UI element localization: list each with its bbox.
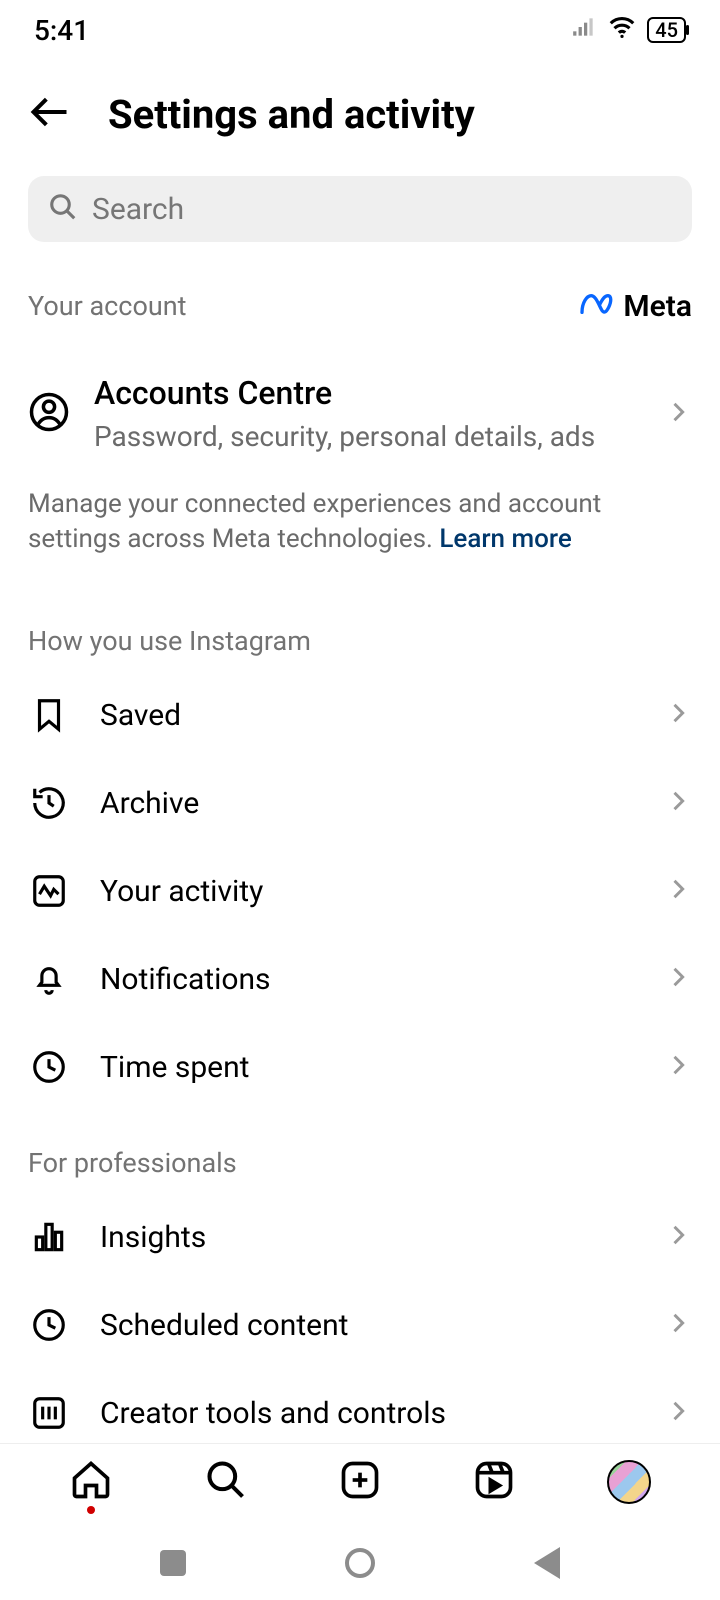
meta-logo-icon: [577, 284, 617, 328]
clock-icon: [28, 1306, 70, 1344]
bar-chart-icon: [28, 1218, 70, 1256]
status-icons: 45: [571, 12, 686, 49]
tab-reels[interactable]: [472, 1458, 516, 1506]
learn-more-link[interactable]: Learn more: [439, 524, 571, 554]
row-label: Your activity: [100, 874, 634, 909]
row-label: Notifications: [100, 962, 634, 997]
avatar: [607, 1460, 651, 1504]
chevron-right-icon: [664, 1397, 692, 1429]
row-saved[interactable]: Saved: [0, 671, 720, 759]
page-header: Settings and activity: [0, 60, 720, 176]
section-professionals: For professionals: [0, 1111, 720, 1193]
meta-brand-name: Meta: [623, 289, 692, 324]
nav-recent-icon[interactable]: [160, 1550, 186, 1576]
accounts-centre-subtitle: Password, security, personal details, ad…: [94, 420, 640, 453]
meta-brand: Meta: [577, 284, 692, 328]
row-archive[interactable]: Archive: [0, 759, 720, 847]
search-placeholder: Search: [92, 192, 184, 227]
row-label: Creator tools and controls: [100, 1396, 634, 1431]
section-usage: How you use Instagram: [0, 589, 720, 671]
status-bar: 5:41 45: [0, 0, 720, 60]
signal-icon: [571, 14, 597, 47]
system-nav-bar: [0, 1526, 720, 1600]
chevron-right-icon: [664, 1309, 692, 1341]
accounts-centre-description: Manage your connected experiences and ac…: [0, 461, 720, 589]
row-label: Insights: [100, 1220, 634, 1255]
notification-dot-icon: [87, 1506, 95, 1514]
back-icon[interactable]: [28, 90, 72, 138]
chevron-right-icon: [664, 699, 692, 731]
nav-back-icon[interactable]: [534, 1547, 560, 1579]
wifi-icon: [607, 12, 637, 49]
controls-icon: [28, 1394, 70, 1432]
tab-profile[interactable]: [607, 1460, 651, 1504]
chevron-right-icon: [664, 787, 692, 819]
activity-icon: [28, 872, 70, 910]
section-your-account: Your account Meta: [0, 242, 720, 340]
row-insights[interactable]: Insights: [0, 1193, 720, 1281]
history-icon: [28, 784, 70, 822]
row-label: Saved: [100, 698, 634, 733]
battery-icon: 45: [647, 17, 686, 43]
chevron-right-icon: [664, 963, 692, 995]
chevron-right-icon: [664, 1221, 692, 1253]
row-creator-tools[interactable]: Creator tools and controls: [0, 1369, 720, 1443]
row-time-spent[interactable]: Time spent: [0, 1023, 720, 1111]
bookmark-icon: [28, 696, 70, 734]
row-label: Scheduled content: [100, 1308, 634, 1343]
accounts-centre-title: Accounts Centre: [94, 374, 640, 412]
tab-home[interactable]: [69, 1458, 113, 1506]
clock-icon: [28, 1048, 70, 1086]
page-title: Settings and activity: [108, 91, 475, 138]
status-time: 5:41: [34, 14, 89, 47]
search-input[interactable]: Search: [28, 176, 692, 242]
row-label: Archive: [100, 786, 634, 821]
row-label: Time spent: [100, 1050, 634, 1085]
nav-home-icon[interactable]: [345, 1548, 375, 1578]
bell-icon: [28, 960, 70, 998]
accounts-centre-row[interactable]: Accounts Centre Password, security, pers…: [0, 340, 720, 461]
row-scheduled-content[interactable]: Scheduled content: [0, 1281, 720, 1369]
tab-search[interactable]: [204, 1458, 248, 1506]
chevron-right-icon: [664, 875, 692, 907]
tab-create[interactable]: [338, 1458, 382, 1506]
person-circle-icon: [28, 391, 70, 437]
row-your-activity[interactable]: Your activity: [0, 847, 720, 935]
row-notifications[interactable]: Notifications: [0, 935, 720, 1023]
search-icon: [48, 192, 78, 226]
chevron-right-icon: [664, 1051, 692, 1083]
app-tab-bar: [0, 1443, 720, 1526]
section-label: Your account: [28, 290, 186, 322]
chevron-right-icon: [664, 398, 692, 430]
